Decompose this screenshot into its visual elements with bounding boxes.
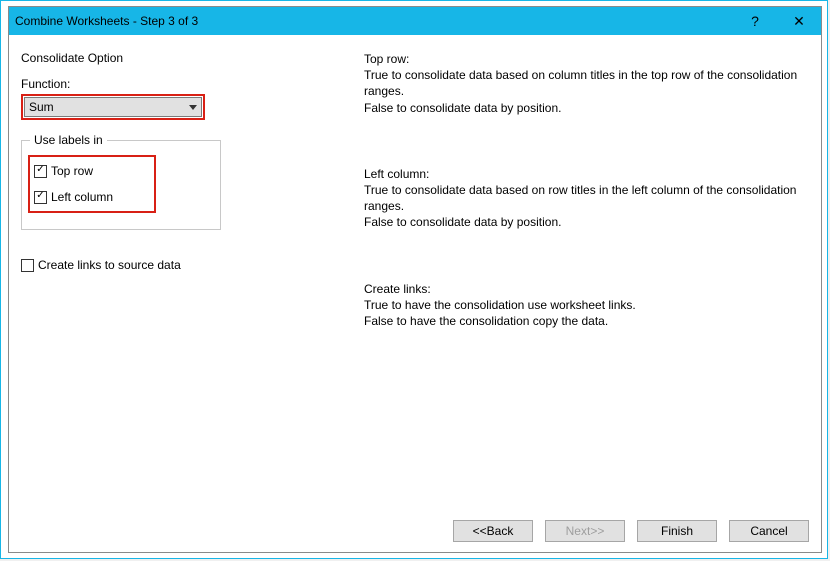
cancel-button-label: Cancel [750,524,787,538]
left-column-description: Left column: True to consolidate data ba… [364,166,807,231]
create-links-desc-line1: True to have the consolidation use works… [364,297,807,313]
top-row-desc-line2: False to consolidate data by position. [364,100,807,116]
section-heading: Consolidate Option [21,51,338,65]
cancel-button[interactable]: Cancel [729,520,809,542]
left-column-label: Left column [51,190,113,204]
back-button-label: <<Back [473,524,514,538]
top-row-checkbox[interactable] [34,165,47,178]
left-column-desc-line1: True to consolidate data based on row ti… [364,182,807,214]
use-labels-fieldset: Use labels in Top row Left column [21,140,221,230]
right-pane: Top row: True to consolidate data based … [354,35,821,552]
function-select-highlight: Sum [21,94,205,120]
create-links-desc-line2: False to have the consolidation copy the… [364,313,807,329]
help-icon: ? [751,13,759,29]
next-button: Next>> [545,520,625,542]
left-pane: Consolidate Option Function: Sum Use lab… [9,35,354,552]
chevron-down-icon [189,105,197,110]
content-area: Consolidate Option Function: Sum Use lab… [9,35,821,552]
left-column-desc-heading: Left column: [364,166,807,182]
close-icon: ✕ [793,13,805,30]
left-column-checkbox[interactable] [34,191,47,204]
create-links-checkbox[interactable] [21,259,34,272]
function-label: Function: [21,77,338,91]
finish-button-label: Finish [661,524,693,538]
top-row-desc-heading: Top row: [364,51,807,67]
window-title: Combine Worksheets - Step 3 of 3 [9,14,733,28]
top-row-description: Top row: True to consolidate data based … [364,51,807,116]
create-links-description: Create links: True to have the consolida… [364,281,807,330]
titlebar: Combine Worksheets - Step 3 of 3 ? ✕ [9,7,821,35]
button-row: <<Back Next>> Finish Cancel [453,520,809,542]
top-row-label: Top row [51,164,93,178]
finish-button[interactable]: Finish [637,520,717,542]
left-column-option[interactable]: Left column [34,187,126,207]
top-row-desc-line1: True to consolidate data based on column… [364,67,807,99]
close-button[interactable]: ✕ [777,7,821,35]
help-button[interactable]: ? [733,7,777,35]
function-select-value: Sum [29,100,54,114]
labels-highlight: Top row Left column [28,155,156,213]
app-frame: Combine Worksheets - Step 3 of 3 ? ✕ Con… [0,0,828,559]
top-row-option[interactable]: Top row [34,161,126,181]
left-column-desc-line2: False to consolidate data by position. [364,214,807,230]
next-button-label: Next>> [566,524,605,538]
create-links-label: Create links to source data [38,258,181,272]
function-select[interactable]: Sum [24,97,202,117]
back-button[interactable]: <<Back [453,520,533,542]
use-labels-legend: Use labels in [30,133,107,147]
dialog-window: Combine Worksheets - Step 3 of 3 ? ✕ Con… [8,6,822,553]
create-links-option[interactable]: Create links to source data [21,258,338,272]
create-links-desc-heading: Create links: [364,281,807,297]
